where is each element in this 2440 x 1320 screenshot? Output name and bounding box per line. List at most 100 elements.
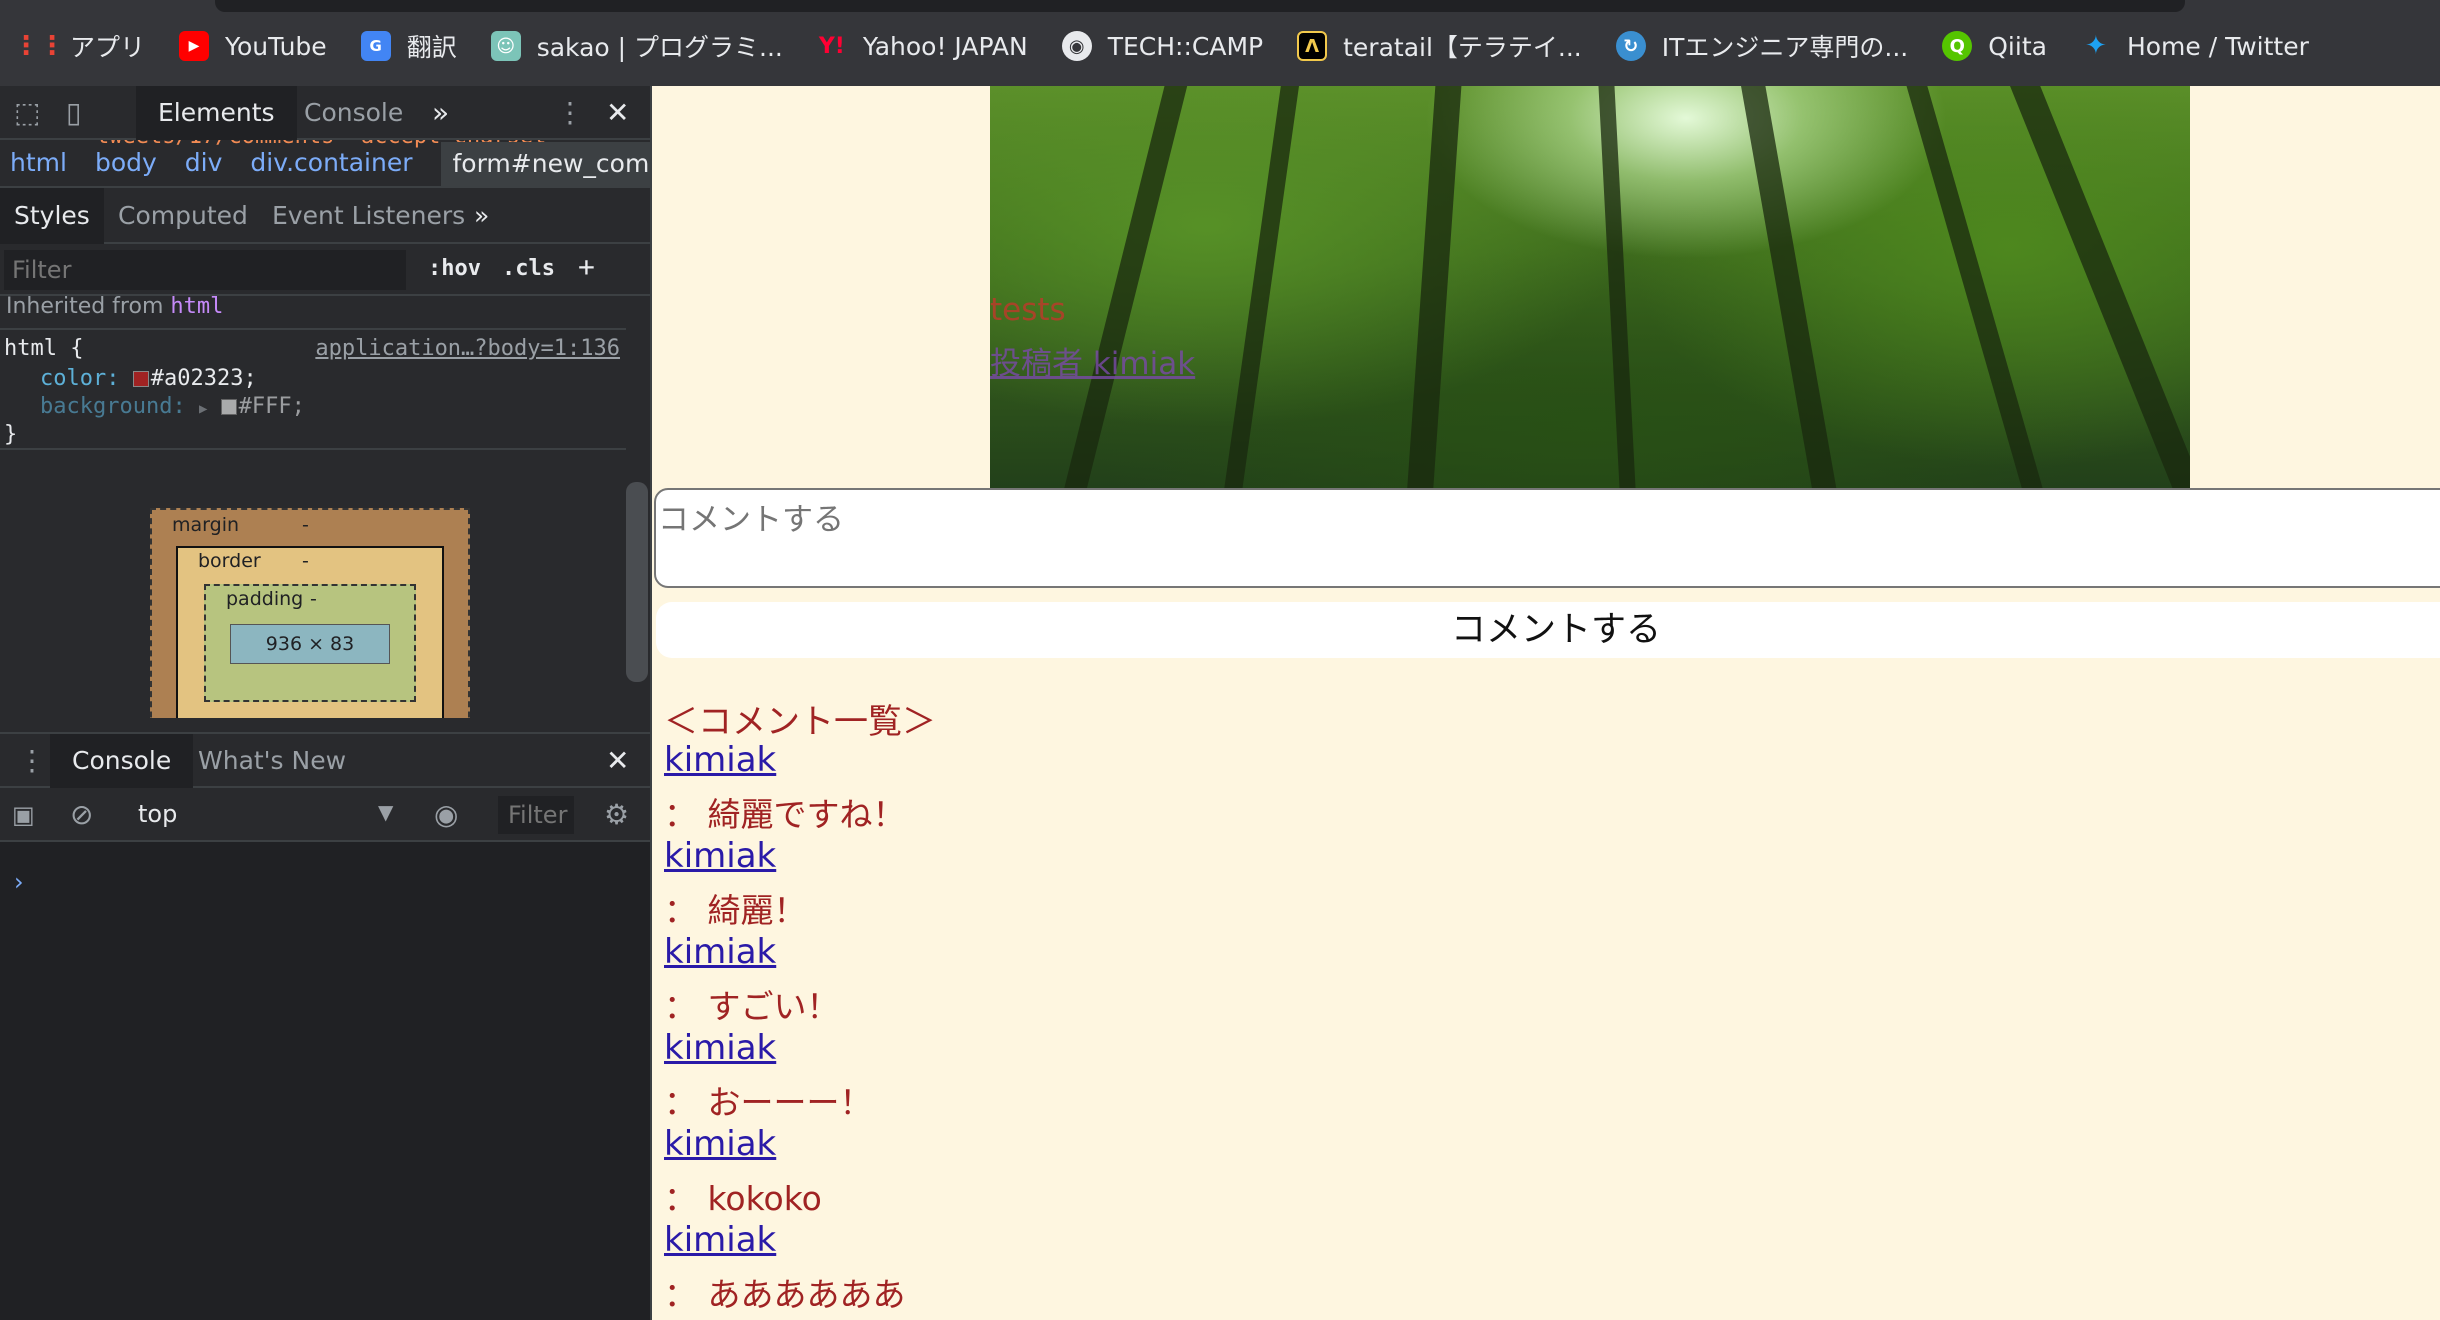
hov-toggle[interactable]: :hov <box>428 256 481 281</box>
chevron-down-icon[interactable]: ▼ <box>378 800 393 824</box>
devtools-panel: ⬚ ▯ Elements Console » ⋮ ✕ tweets/17/com… <box>0 86 652 1320</box>
bookmark-label: teratail【テラテイ... <box>1343 33 1582 62</box>
page-viewport: tests 投稿者 kimiak コメントする ＜コメント一覧＞ kimiak … <box>652 86 2440 1320</box>
eye-icon[interactable]: ◉ <box>434 788 458 842</box>
drawer-tab-console[interactable]: Console <box>50 734 194 788</box>
color-swatch-icon[interactable] <box>132 371 149 387</box>
rule-close-brace: } <box>4 422 18 447</box>
color-swatch-icon[interactable] <box>220 399 237 415</box>
bookmark-translate[interactable]: G 翻訳 <box>360 28 457 64</box>
expand-triangle-icon[interactable]: ▶ <box>199 401 207 417</box>
divider <box>0 328 626 330</box>
styles-filter-input[interactable] <box>4 250 406 290</box>
list-item: kimiak ： 綺麗ですね！ <box>664 740 906 836</box>
more-tabs-icon[interactable]: » <box>432 86 449 140</box>
source-link[interactable]: application…?body=1:136 <box>315 336 620 361</box>
bookmark-label: TECH::CAMP <box>1107 31 1264 61</box>
more-subtabs-icon[interactable]: » <box>460 188 503 244</box>
bookmark-qiita[interactable]: Q Qiita <box>1942 31 2047 61</box>
console-prompt[interactable]: › <box>14 868 24 896</box>
tab-computed[interactable]: Computed <box>104 188 262 244</box>
bookmark-label: YouTube <box>225 31 327 61</box>
qiita-icon: Q <box>1942 31 1973 61</box>
comment-user-link[interactable]: kimiak <box>664 1028 873 1076</box>
tab-console[interactable]: Console <box>282 86 425 140</box>
bookmark-teratail[interactable]: Λteratail【テラテイ... <box>1297 28 1582 64</box>
add-rule-icon[interactable]: + <box>578 250 595 283</box>
bookmark-label: Yahoo! JAPAN <box>862 31 1028 61</box>
comment-user-link[interactable]: kimiak <box>664 836 807 884</box>
sakao-icon: ☺ <box>490 31 521 61</box>
crumb-form-new-comment[interactable]: form#new_comment <box>440 142 650 186</box>
tweet-image: tests 投稿者 kimiak <box>990 86 2190 488</box>
list-item: kimiak ： ああああああ <box>664 1220 906 1316</box>
crumb-div-container[interactable]: div.container <box>250 148 412 186</box>
console-toolbar: ▣ ⊘ top ▼ ◉ ⚙ <box>0 788 650 842</box>
styles-pane: Inherited from html html { application…?… <box>0 294 650 447</box>
inspect-element-icon[interactable]: ⬚ <box>14 86 40 140</box>
cls-toggle[interactable]: .cls <box>502 256 555 281</box>
close-icon[interactable]: ✕ <box>606 86 629 140</box>
comment-text: ： kokoko <box>664 1179 822 1218</box>
tab-elements[interactable]: Elements <box>136 86 297 140</box>
box-content-size: 936 × 83 <box>230 624 390 664</box>
crumb-html[interactable]: html <box>10 148 67 186</box>
bookmark-apps[interactable]: ⋮⋮ アプリ <box>13 28 145 64</box>
trunk <box>2003 86 2190 488</box>
bookmark-sakao[interactable]: ☺ sakao | プログラミ... <box>490 28 783 64</box>
gear-icon[interactable]: ⚙ <box>604 788 629 842</box>
yahoo-icon: Y! <box>818 33 845 59</box>
teratail-icon: Λ <box>1297 31 1328 61</box>
comment-text: ： おーーー！ <box>664 1083 873 1122</box>
comment-user-link[interactable]: kimiak <box>664 1220 906 1268</box>
bookmark-label: sakao | プログラミ... <box>536 33 783 62</box>
tab-strip-edge <box>215 0 2185 12</box>
comment-textarea[interactable] <box>654 488 2440 588</box>
comment-user-link[interactable]: kimiak <box>664 932 840 980</box>
sidebar-toggle-icon[interactable]: ▣ <box>12 788 35 842</box>
drawer-tab-whats-new[interactable]: What's New <box>176 734 368 788</box>
inherited-label: Inherited from html <box>6 294 224 319</box>
bookmark-label: 翻訳 <box>406 33 457 62</box>
trunk <box>1401 86 1465 488</box>
youtube-icon: ▶ <box>179 31 210 61</box>
clear-console-icon[interactable]: ⊘ <box>70 788 93 842</box>
console-filter-input[interactable] <box>498 796 574 834</box>
bookmark-youtube[interactable]: ▶ YouTube <box>179 31 327 61</box>
trunk <box>1213 86 1305 488</box>
crumb-body[interactable]: body <box>95 148 157 186</box>
prop-background[interactable]: background: ▶ #FFF; <box>40 394 305 419</box>
tab-event-listeners[interactable]: Event Listeners <box>258 188 479 244</box>
bookmark-it-engineer[interactable]: ↻ ITエンジニア専門の... <box>1615 28 1909 64</box>
bookmark-techcamp[interactable]: ◉ TECH::CAMP <box>1061 31 1264 61</box>
comment-user-link[interactable]: kimiak <box>664 740 906 788</box>
close-icon[interactable]: ✕ <box>606 734 629 788</box>
crumb-div[interactable]: div <box>185 148 223 186</box>
drawer-tabs: ⋮ Console What's New ✕ <box>0 734 650 788</box>
bookmark-label: Home / Twitter <box>2126 31 2309 61</box>
drawer-menu-icon[interactable]: ⋮ <box>18 734 46 788</box>
kebab-menu-icon[interactable]: ⋮ <box>556 86 584 140</box>
list-item: kimiak ： おーーー！ <box>664 1028 873 1124</box>
bookmark-yahoo[interactable]: Y! Yahoo! JAPAN <box>817 31 1028 61</box>
styles-subtabs: Styles Computed Event Listeners » <box>0 188 650 244</box>
comment-user-link[interactable]: kimiak <box>664 1124 822 1172</box>
trunk <box>1735 86 1849 488</box>
tweet-author-link[interactable]: 投稿者 kimiak <box>990 338 1195 383</box>
devtools-toolbar: ⬚ ▯ Elements Console » ⋮ ✕ <box>0 86 650 140</box>
prop-color[interactable]: color: #a02323; <box>40 366 257 391</box>
trunk <box>1047 86 1195 488</box>
list-item: kimiak ： kokoko <box>664 1124 822 1220</box>
list-item: kimiak ： すごい！ <box>664 932 840 1028</box>
bookmark-twitter[interactable]: ✦ Home / Twitter <box>2081 31 2309 61</box>
context-select[interactable]: top <box>138 800 177 828</box>
styles-scrollbar[interactable] <box>626 482 648 682</box>
device-toolbar-icon[interactable]: ▯ <box>66 86 81 140</box>
box-model: margin - border - padding - 936 × 83 <box>0 448 626 718</box>
comment-text: ： 綺麗！ <box>664 891 807 930</box>
bookmark-label: ITエンジニア専門の... <box>1661 33 1909 62</box>
tweet-title: tests <box>990 292 1066 328</box>
submit-comment-button[interactable]: コメントする <box>656 602 2440 658</box>
comment-text: ： すごい！ <box>664 987 840 1026</box>
tab-styles[interactable]: Styles <box>0 188 104 244</box>
